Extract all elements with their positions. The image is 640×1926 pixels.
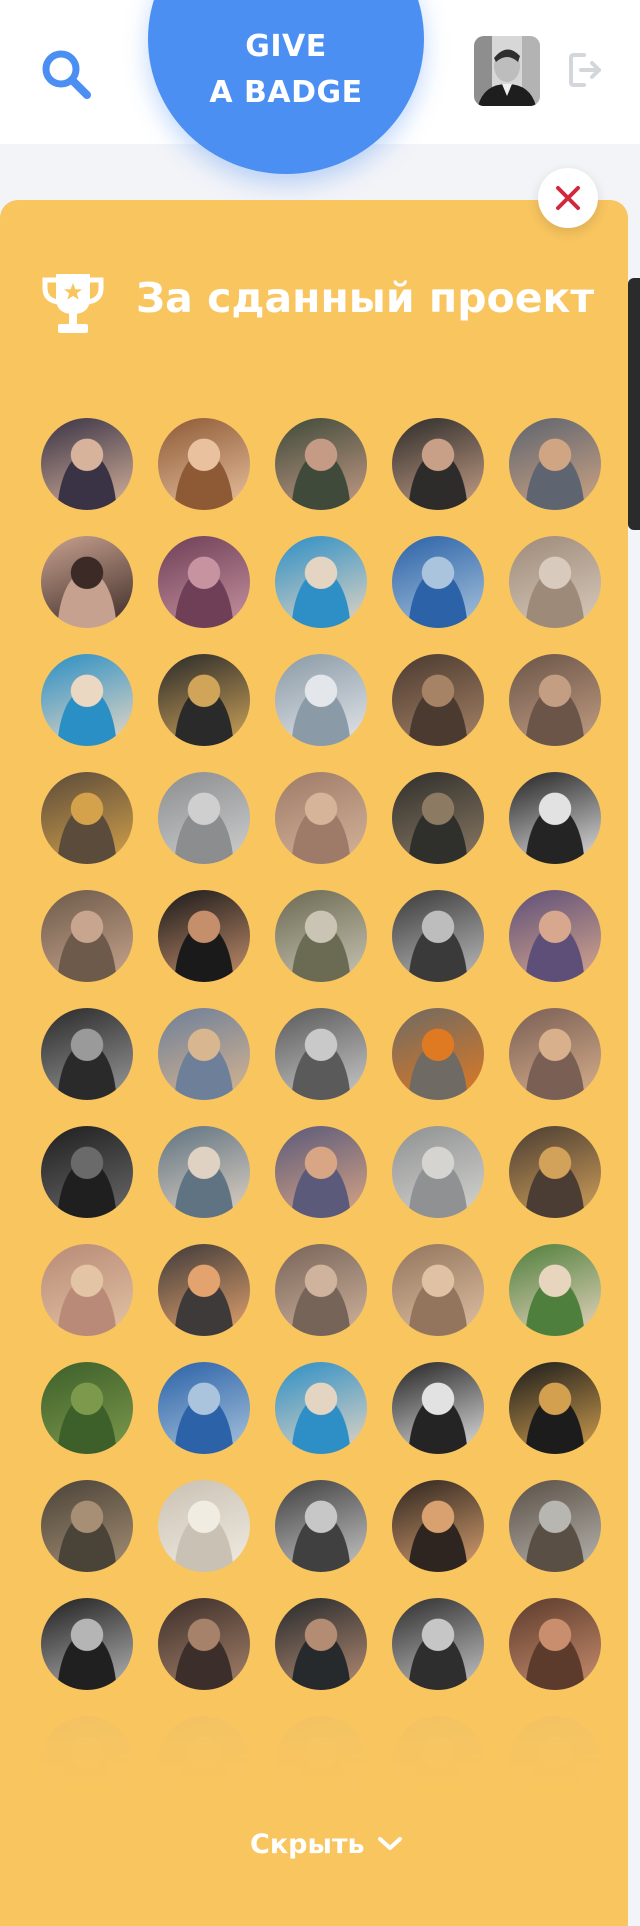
person-avatar[interactable]	[41, 890, 133, 982]
person-avatar[interactable]	[41, 1480, 133, 1572]
person-avatar[interactable]	[392, 772, 484, 864]
person-avatar[interactable]	[41, 418, 133, 510]
person-avatar[interactable]	[41, 654, 133, 746]
hide-button-label: Скрыть	[250, 1828, 365, 1860]
person-avatar[interactable]	[275, 1598, 367, 1690]
person-avatar[interactable]	[392, 1480, 484, 1572]
person-avatar[interactable]	[509, 1598, 601, 1690]
person-avatar[interactable]	[41, 1126, 133, 1218]
person-avatar[interactable]	[158, 1598, 250, 1690]
person-avatar[interactable]	[509, 1008, 601, 1100]
person-avatar[interactable]	[41, 1008, 133, 1100]
trophy-icon	[42, 274, 104, 333]
person-avatar[interactable]	[158, 1362, 250, 1454]
fade-overlay	[0, 1700, 628, 1926]
person-avatar[interactable]	[275, 1126, 367, 1218]
person-avatar[interactable]	[275, 1008, 367, 1100]
logout-icon	[569, 53, 601, 87]
give-badge-label-line2: A BADGE	[209, 75, 363, 110]
person-avatar[interactable]	[392, 536, 484, 628]
person-avatar[interactable]	[392, 1362, 484, 1454]
person-avatar[interactable]	[275, 1480, 367, 1572]
close-button[interactable]	[538, 168, 598, 228]
give-badge-label-line1: GIVE	[245, 29, 327, 64]
person-avatar[interactable]	[392, 1008, 484, 1100]
person-avatar[interactable]	[392, 1244, 484, 1336]
person-avatar[interactable]	[158, 1008, 250, 1100]
person-avatar[interactable]	[275, 890, 367, 982]
person-avatar[interactable]	[392, 1598, 484, 1690]
person-avatar[interactable]	[158, 418, 250, 510]
search-icon	[42, 50, 91, 99]
person-avatar[interactable]	[41, 772, 133, 864]
person-avatar[interactable]	[392, 418, 484, 510]
person-avatar[interactable]	[158, 1480, 250, 1572]
person-avatar[interactable]	[509, 536, 601, 628]
person-avatar[interactable]	[509, 654, 601, 746]
person-avatar[interactable]	[509, 772, 601, 864]
person-avatar[interactable]	[158, 536, 250, 628]
user-avatar[interactable]	[474, 36, 540, 106]
person-avatar[interactable]	[275, 772, 367, 864]
hide-button[interactable]: Скрыть	[250, 1822, 403, 1866]
person-avatar[interactable]	[158, 654, 250, 746]
person-avatar[interactable]	[41, 1598, 133, 1690]
scrollbar-thumb[interactable]	[628, 278, 640, 530]
person-avatar[interactable]	[509, 1126, 601, 1218]
person-avatar[interactable]	[41, 1362, 133, 1454]
person-avatar[interactable]	[392, 1126, 484, 1218]
person-avatar[interactable]	[41, 536, 133, 628]
person-avatar[interactable]	[509, 890, 601, 982]
person-avatar[interactable]	[158, 890, 250, 982]
person-avatar[interactable]	[158, 772, 250, 864]
person-avatar[interactable]	[509, 418, 601, 510]
person-avatar[interactable]	[275, 418, 367, 510]
close-icon	[556, 186, 580, 210]
person-avatar[interactable]	[275, 1362, 367, 1454]
person-avatar[interactable]	[275, 536, 367, 628]
chevron-down-icon	[377, 1837, 402, 1850]
panel-title: За сданный проект	[136, 274, 595, 322]
person-avatar[interactable]	[41, 1244, 133, 1336]
person-avatar[interactable]	[509, 1362, 601, 1454]
logout-button[interactable]	[568, 50, 604, 90]
person-avatar[interactable]	[275, 654, 367, 746]
person-avatar[interactable]	[392, 654, 484, 746]
person-avatar[interactable]	[392, 890, 484, 982]
search-button[interactable]	[38, 46, 94, 102]
person-avatar[interactable]	[158, 1126, 250, 1218]
person-avatar[interactable]	[509, 1244, 601, 1336]
person-avatar[interactable]	[509, 1480, 601, 1572]
give-badge-button[interactable]: GIVE A BADGE	[148, 0, 424, 174]
person-avatar[interactable]	[158, 1244, 250, 1336]
person-avatar[interactable]	[275, 1244, 367, 1336]
